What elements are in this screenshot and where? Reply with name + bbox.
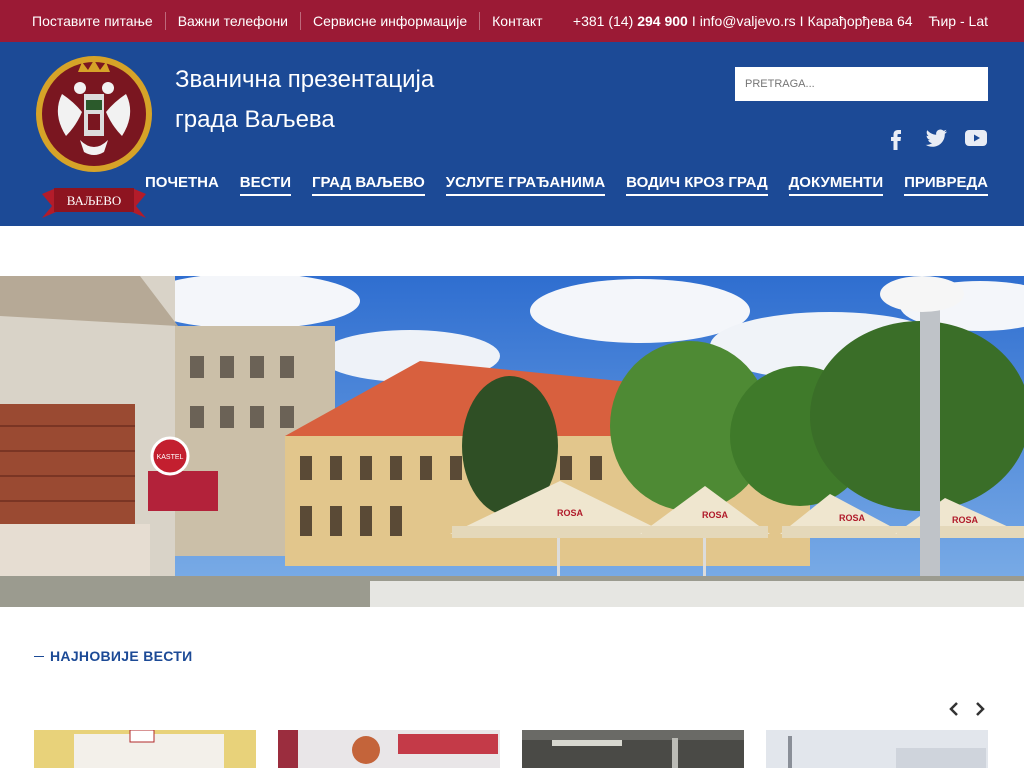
site-title: Званична презентација града Ваљева <box>175 60 434 140</box>
address: Карађорђева 64 <box>807 13 913 29</box>
heading-dash <box>34 655 44 657</box>
site-title-line1: Званична презентација <box>175 66 435 93</box>
nav-item-documents[interactable]: ДОКУМЕНТИ <box>788 174 884 196</box>
nav-item-economy[interactable]: ПРИВРЕДА <box>904 174 988 196</box>
news-carousel-controls <box>948 700 986 718</box>
main-navigation: ПОЧЕТНА ВЕСТИ ГРАД ВАЉЕВО УСЛУГЕ ГРАЂАНИ… <box>145 174 988 196</box>
news-thumbnails <box>34 730 988 768</box>
youtube-icon[interactable] <box>964 126 988 150</box>
language-switch[interactable]: Ћир - Lat <box>929 13 988 29</box>
top-link-important-phones[interactable]: Важни телефони <box>166 12 302 30</box>
chevron-right-icon[interactable] <box>974 700 986 718</box>
hero-sign-text: KASTEL <box>157 454 184 461</box>
umbrella-text-1: ROSA <box>557 508 584 518</box>
news-thumbnail-4[interactable] <box>766 730 988 768</box>
contact-info: +381 (14) 294 900 I info@valjevo.rs I Ка… <box>573 0 988 42</box>
chevron-left-icon[interactable] <box>948 700 960 718</box>
site-title-line2: града Ваљева <box>175 106 335 133</box>
nav-item-citizen-services[interactable]: УСЛУГЕ ГРАЂАНИМА <box>445 174 606 196</box>
social-links <box>884 126 988 150</box>
facebook-icon[interactable] <box>884 126 908 150</box>
phone-prefix: +381 (14) <box>572 13 634 29</box>
town-square-illustration: KASTEL ROSA ROSA ROSA ROSA <box>0 276 1024 607</box>
top-link-ask-question[interactable]: Поставите питање <box>20 12 166 30</box>
top-link-contact[interactable]: Контакт <box>480 12 554 30</box>
separator: I <box>799 13 804 29</box>
nav-item-city-guide[interactable]: ВОДИЧ КРОЗ ГРАД <box>626 174 768 196</box>
top-links: Поставите питање Важни телефони Сервисне… <box>20 0 555 42</box>
email-link[interactable]: info@valjevo.rs <box>700 13 796 29</box>
umbrella-text-3: ROSA <box>839 513 866 523</box>
news-thumbnail-3[interactable] <box>522 730 744 768</box>
hero-image: KASTEL ROSA ROSA ROSA ROSA <box>0 276 1024 607</box>
latest-news-heading: НАЈНОВИЈЕ ВЕСТИ <box>34 648 193 664</box>
logo-text: ВАЉЕВО <box>67 193 122 208</box>
coat-of-arms-icon: ВАЉЕВО <box>36 56 152 218</box>
news-thumbnail-1[interactable] <box>34 730 256 768</box>
umbrella-text-4: ROSA <box>952 515 979 525</box>
news-thumbnail-2[interactable] <box>278 730 500 768</box>
search-input[interactable] <box>735 67 988 101</box>
latest-news-title: НАЈНОВИЈЕ ВЕСТИ <box>50 648 193 664</box>
nav-item-city[interactable]: ГРАД ВАЉЕВО <box>311 174 425 196</box>
nav-item-home[interactable]: ПОЧЕТНА <box>145 174 219 196</box>
top-utility-bar: Поставите питање Важни телефони Сервисне… <box>0 0 1024 42</box>
umbrella-text-2: ROSA <box>702 510 729 520</box>
twitter-icon[interactable] <box>924 126 948 150</box>
phone-number: 294 900 <box>637 13 688 29</box>
site-header: ВАЉЕВО Званична презентација града Ваљев… <box>0 42 1024 226</box>
top-link-service-info[interactable]: Сервисне информације <box>301 12 481 30</box>
separator: I <box>691 13 696 29</box>
nav-item-news[interactable]: ВЕСТИ <box>239 174 292 196</box>
city-logo[interactable]: ВАЉЕВО <box>32 54 156 224</box>
